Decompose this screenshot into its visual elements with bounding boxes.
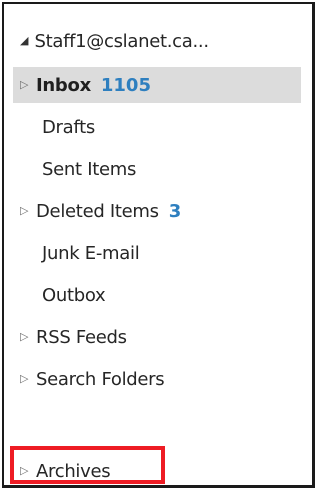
folder-label: Search Folders [36,368,165,390]
folder-junk-email[interactable]: Junk E-mail [20,235,321,271]
unread-count: 3 [168,200,182,222]
folder-label: RSS Feeds [36,326,127,348]
folder-inbox[interactable]: ▷ Inbox 1105 [13,67,301,103]
folder-rss-feeds[interactable]: ▷ RSS Feeds [20,319,317,355]
expand-triangle-icon[interactable]: ▷ [20,204,36,217]
expand-triangle-icon[interactable]: ▷ [20,330,36,343]
folder-drafts[interactable]: Drafts [20,109,321,145]
archives-highlight-box [10,446,165,484]
folder-sent-items[interactable]: Sent Items [20,151,321,187]
collapse-triangle-icon[interactable]: ◢ [20,34,28,47]
account-row[interactable]: ◢ Staff1@cslanet.ca... [20,23,209,59]
folder-label: Junk E-mail [42,242,140,264]
folder-label: Drafts [42,116,95,138]
unread-count: 1105 [100,74,151,96]
account-name: Staff1@cslanet.ca... [34,30,209,52]
folder-label: Sent Items [42,158,137,180]
folder-pane: ◢ Staff1@cslanet.ca... ▷ Inbox 1105 Draf… [2,2,315,488]
expand-triangle-icon[interactable]: ▷ [20,78,36,91]
folder-label: Inbox [36,74,91,96]
expand-triangle-icon[interactable]: ▷ [20,372,36,385]
folder-label: Deleted Items [36,200,159,222]
folder-label: Outbox [42,284,106,306]
folder-outbox[interactable]: Outbox [20,277,321,313]
folder-deleted-items[interactable]: ▷ Deleted Items 3 [20,193,317,229]
folder-search-folders[interactable]: ▷ Search Folders [20,361,317,397]
